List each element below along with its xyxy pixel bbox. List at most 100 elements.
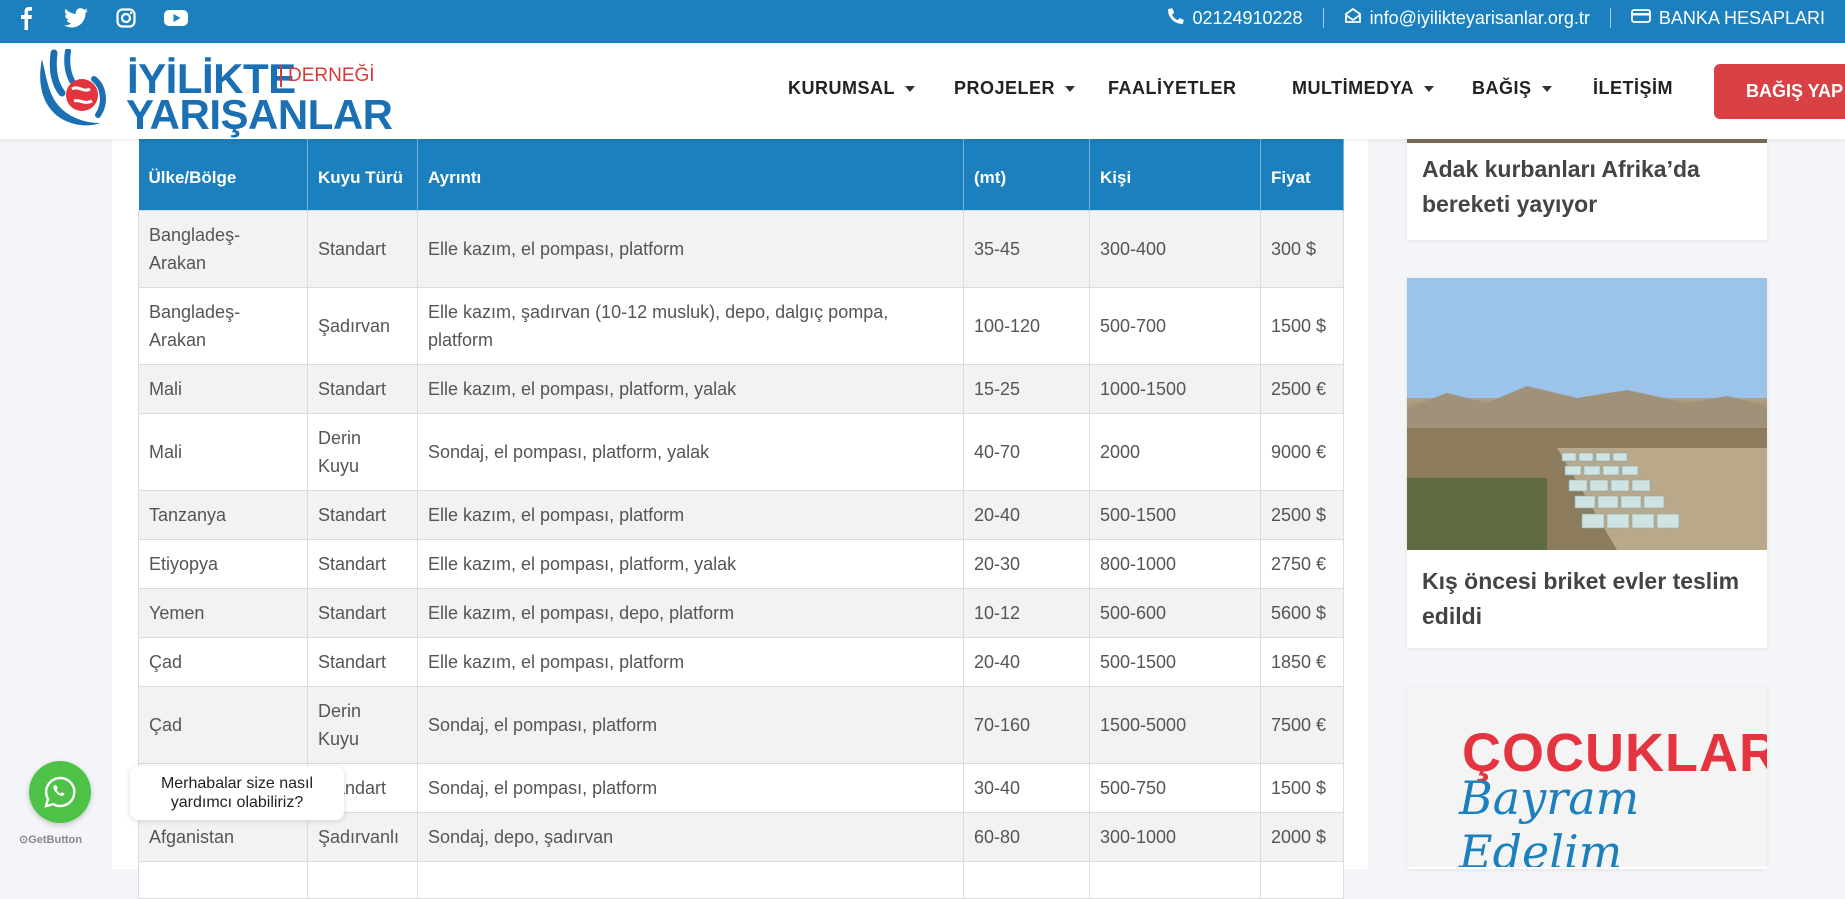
table-cell: Elle kazım, el pompası, platform	[417, 490, 964, 540]
getbutton-label: GetButton	[28, 834, 82, 846]
table-cell: Sondaj, depo, şadırvan	[417, 812, 964, 862]
whatsapp-button[interactable]	[29, 761, 91, 823]
table-row: Yemen Standart Elle kazım, el pompası, dep…	[138, 588, 1344, 638]
table-cell	[1260, 861, 1344, 899]
sidebar-card-title: Adak kurbanları Afrika’da bereketi yayıy…	[1422, 156, 1700, 217]
whatsapp-greeting-bubble[interactable]: Merhabalar size nasıl yardımcı olabiliri…	[130, 766, 344, 820]
table-cell: 500-1500	[1089, 637, 1261, 687]
table-cell: Standart	[307, 637, 418, 687]
logo-hand-globe-icon	[40, 49, 106, 126]
table-cell: 2000 $	[1260, 812, 1344, 862]
table-cell: Etiyopya	[138, 539, 308, 589]
table-row: Çad Derin Kuyu Sondaj, el pompası, platfor…	[138, 686, 1344, 764]
table-cell: 2500 $	[1260, 490, 1344, 540]
table-cell	[138, 861, 308, 899]
table-cell: Yemen	[138, 588, 308, 638]
table-cell: Standart	[307, 588, 418, 638]
table-cell: 1000-1500	[1089, 364, 1261, 414]
phone-link[interactable]: 02124910228	[1148, 8, 1322, 29]
table-cell: Elle kazım, el pompası, platform, yalak	[417, 364, 964, 414]
table-cell: 500-750	[1089, 763, 1261, 813]
bank-accounts-link[interactable]: BANKA HESAPLARI	[1611, 8, 1845, 29]
whatsapp-icon	[44, 776, 76, 808]
table-cell: 15-25	[963, 364, 1090, 414]
table-cell: Bangladeş-Arakan	[138, 287, 308, 365]
table-cell: 2000	[1089, 413, 1261, 491]
table-cell: 40-70	[963, 413, 1090, 491]
table-row: Bangladeş-Arakan Standart Elle kazım, el p…	[138, 210, 1344, 288]
table-cell: 20-40	[963, 637, 1090, 687]
table-row: Mali Derin Kuyu Sondaj, el pompası, platfo…	[138, 413, 1344, 491]
donate-button[interactable]: BAĞIŞ YAP	[1714, 64, 1845, 119]
table-cell: 800-1000	[1089, 539, 1261, 589]
sidebar-card-title: Kış öncesi briket evler teslim edildi	[1422, 568, 1740, 629]
nav-label: BAĞIŞ	[1472, 78, 1532, 98]
table-cell: 2750 €	[1260, 539, 1344, 589]
nav-projeler[interactable]: PROJELER	[954, 78, 1076, 99]
caret-down-icon	[905, 85, 915, 92]
twitter-icon[interactable]	[64, 7, 88, 29]
table-cell: 20-40	[963, 490, 1090, 540]
table-cell: 20-30	[963, 539, 1090, 589]
table-cell: 7500 €	[1260, 686, 1344, 764]
nav-label: MULTİMEDYA	[1292, 78, 1414, 98]
caret-down-icon	[1065, 85, 1076, 92]
bayram-poster: ÇOCUKLARLA Bayram Edelim	[1407, 687, 1767, 867]
table-cell: Derin Kuyu	[307, 686, 418, 764]
table-cell: 70-160	[963, 686, 1090, 764]
table-cell	[1089, 861, 1261, 899]
nav-kurumsal[interactable]: KURUMSAL	[788, 78, 915, 99]
nav-faaliyetler[interactable]: FAALİYETLER	[1108, 78, 1237, 99]
social-links	[14, 0, 188, 36]
getbutton-brand[interactable]: ⊙GetButton	[19, 833, 82, 846]
sidebar-card-bayram[interactable]: ÇOCUKLARLA Bayram Edelim	[1407, 687, 1767, 869]
email-address: info@iyilikteyarisanlar.org.tr	[1369, 7, 1590, 28]
table-cell: Elle kazım, şadırvan (10-12 musluk), dep…	[417, 287, 964, 365]
nav-label: PROJELER	[954, 78, 1056, 98]
email-link[interactable]: info@iyilikteyarisanlar.org.tr	[1324, 7, 1610, 29]
instagram-icon[interactable]	[114, 7, 138, 29]
youtube-icon[interactable]	[164, 7, 188, 29]
nav-label: FAALİYETLER	[1108, 78, 1237, 98]
table-cell: Mali	[138, 413, 308, 491]
phone-number: 02124910228	[1192, 7, 1303, 28]
table-cell: 30-40	[963, 763, 1090, 813]
table-row: Bangladeş-Arakan Şadırvan Elle kazım, şadı…	[138, 287, 1344, 365]
nav-iletisim[interactable]: İLETİŞİM	[1593, 78, 1673, 99]
table-cell: 300 $	[1260, 210, 1344, 288]
briket-houses-photo	[1407, 278, 1767, 550]
table-cell: 300-1000	[1089, 812, 1261, 862]
table-cell: Bangladeş-Arakan	[138, 210, 308, 288]
table-cell: 10-12	[963, 588, 1090, 638]
table-cell: Standart	[307, 539, 418, 589]
table-cell: 1850 €	[1260, 637, 1344, 687]
table-cell: Tanzanya	[138, 490, 308, 540]
table-cell: Elle kazım, el pompası, platform	[417, 210, 964, 288]
facebook-icon[interactable]	[14, 6, 38, 30]
contact-bar: 02124910228 info@iyilikteyarisanlar.org.…	[1148, 0, 1845, 36]
table-cell: Standart	[307, 210, 418, 288]
logo-line2: YARIŞANLAR	[126, 91, 393, 138]
table-row-partial	[138, 861, 1344, 899]
table-cell: 500-700	[1089, 287, 1261, 365]
table-row: Etiyopya Standart Elle kazım, el pompası, …	[138, 539, 1344, 589]
table-cell: Elle kazım, el pompası, platform, yalak	[417, 539, 964, 589]
photo-illustration	[1407, 278, 1767, 550]
top-bar: 02124910228 info@iyilikteyarisanlar.org.…	[0, 0, 1845, 43]
caret-down-icon	[1541, 85, 1552, 92]
table-cell: Sondaj, el pompası, platform, yalak	[417, 413, 964, 491]
nav-bagis[interactable]: BAĞIŞ	[1472, 78, 1552, 99]
logo-badge: DERNEĞİ	[280, 65, 375, 87]
table-cell: 1500-5000	[1089, 686, 1261, 764]
table-cell: 500-1500	[1089, 490, 1261, 540]
table-cell: Çad	[138, 686, 308, 764]
nav-multimedya[interactable]: MULTİMEDYA	[1292, 78, 1434, 99]
table-cell: Elle kazım, el pompası, depo, platform	[417, 588, 964, 638]
site-logo[interactable]: İYİLİKTE YARIŞANLAR DERNEĞİ	[34, 47, 393, 138]
sidebar-card-adak[interactable]: Adak kurbanları Afrika’da bereketi yayıy…	[1407, 139, 1767, 240]
table-cell: Standart	[307, 364, 418, 414]
sidebar-card-briket[interactable]: Kış öncesi briket evler teslim edildi	[1407, 278, 1767, 648]
table-cell: 100-120	[963, 287, 1090, 365]
table-cell: 2500 €	[1260, 364, 1344, 414]
site-header: İYİLİKTE YARIŞANLAR DERNEĞİ KURUMSAL PRO…	[0, 43, 1845, 139]
